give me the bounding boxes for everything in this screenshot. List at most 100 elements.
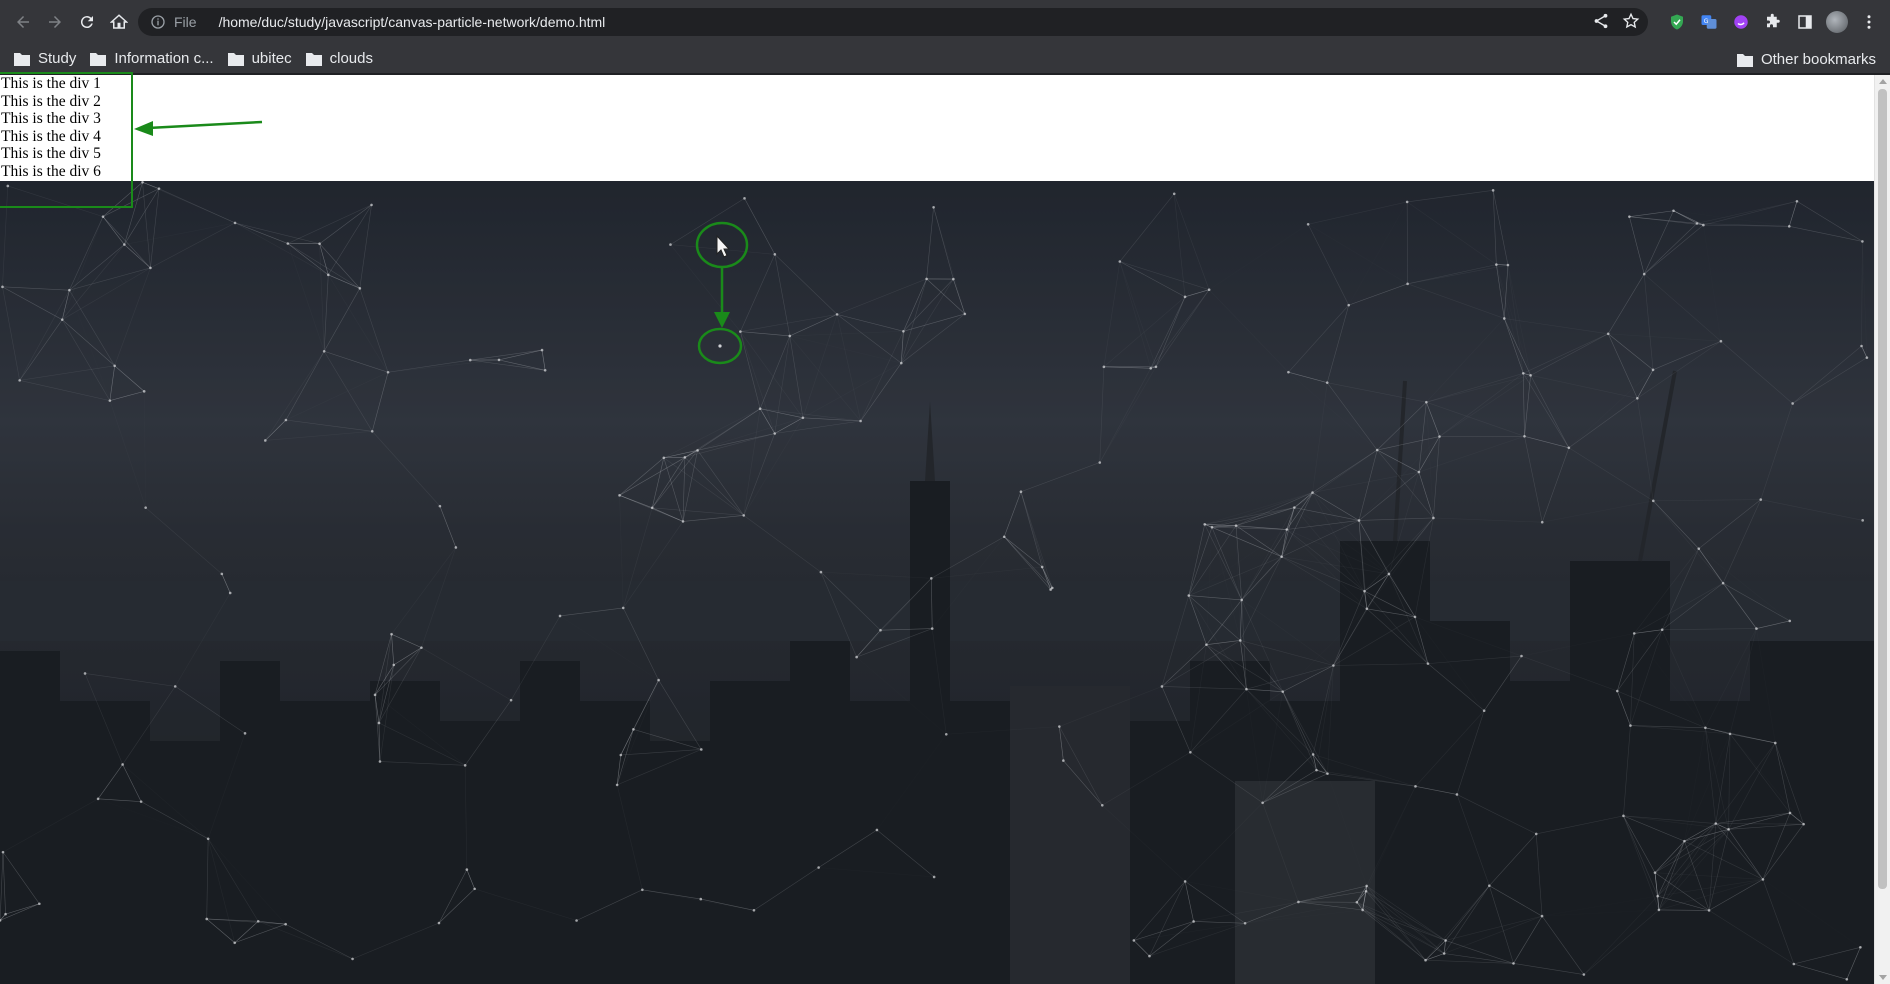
particle-dot [1727,828,1730,831]
particle-link [1356,901,1446,941]
particle-dot [1207,288,1211,292]
particle-dot [952,277,955,281]
particle-dot [1281,690,1285,693]
particle-link [1149,922,1246,957]
particle-dot [1606,332,1610,336]
particle-link [576,889,643,921]
particle-dot [618,494,621,497]
particle-link [1286,520,1360,530]
shield-icon[interactable] [1666,11,1688,33]
particle-link [1041,566,1053,589]
particle-dot [390,632,393,636]
scroll-up-arrow-icon[interactable] [1879,79,1887,84]
particle-link [1504,318,1531,376]
particle-dot [1795,199,1799,203]
particle-dot [1210,525,1214,529]
particle-link [19,319,63,381]
particle-link [1703,200,1798,226]
forward-arrow-icon[interactable] [40,7,70,37]
particle-dot [879,628,882,632]
scroll-down-arrow-icon[interactable] [1879,975,1887,980]
scroll-thumb[interactable] [1878,89,1887,889]
particle-link [464,700,512,766]
url-text[interactable]: /home/duc/study/javascript/canvas-partic… [219,14,606,30]
puzzle-icon[interactable] [1762,11,1784,33]
particle-link [1684,812,1791,842]
particle-link [438,869,468,924]
bookmark-folder-information[interactable]: Information c... [90,50,214,67]
info-icon[interactable] [150,14,166,30]
home-icon[interactable] [104,7,134,37]
particle-network-canvas[interactable] [0,181,1874,984]
particle-link [319,204,372,244]
bookmark-folder-study[interactable]: Study [14,50,76,67]
particle-link [359,288,389,373]
share-icon[interactable] [1592,12,1610,30]
particle-dot [543,368,547,372]
profile-avatar[interactable] [1826,11,1848,33]
other-bookmarks[interactable]: Other bookmarks [1736,51,1876,68]
particle-dot [173,685,177,688]
particle-link [1286,529,1390,575]
particle-link [1425,885,1490,961]
particle-dot [1540,914,1544,918]
particle-link [1728,733,1731,830]
particle-link [743,515,822,573]
particle-link [393,647,422,666]
particle-dot [1721,581,1725,585]
particle-dot [1364,889,1368,893]
particle-link [1312,382,1328,493]
particle-link [1637,340,1722,399]
sidebar-icon[interactable] [1794,11,1816,33]
particle-dot [392,663,396,667]
bookmark-folder-ubitec[interactable]: ubitec [227,50,292,67]
particle-link [378,722,466,766]
particle-link [836,314,861,422]
particle-link [663,457,744,516]
back-arrow-icon[interactable] [8,7,38,37]
particle-link [1241,529,1288,601]
particle-dot [1387,572,1391,576]
particle-link [19,380,110,401]
particle-link [1308,201,1408,225]
particle-dot [205,917,209,921]
star-icon[interactable] [1622,12,1640,30]
particle-dot [859,419,862,423]
menu-kebab-icon[interactable] [1858,11,1880,33]
particle-link [1099,366,1105,463]
particle-dot [1285,528,1289,531]
particle-link [1583,909,1660,975]
particle-link [1328,774,1367,886]
particle-dot [468,358,472,362]
particle-dot [1102,365,1106,369]
particle-link [740,331,761,409]
particle-dot [1149,366,1153,370]
particle-link [1536,815,1624,835]
particle-link [158,188,236,224]
particle-link [470,349,543,361]
particle-link [1542,501,1653,522]
extension-purple-icon[interactable] [1730,11,1752,33]
bookmark-label: Study [38,50,77,67]
particle-link [1415,617,1521,656]
particle-link [1861,345,1868,358]
particle-link [102,182,143,217]
address-bar[interactable]: File /home/duc/study/javascript/canvas-p… [138,8,1648,36]
particle-link [1513,915,1543,964]
translate-icon[interactable]: G [1698,11,1720,33]
bookmark-folder-clouds[interactable]: clouds [305,50,373,67]
particle-link [234,222,288,244]
particle-link [1654,829,1729,873]
particle-link [328,274,360,289]
reload-icon[interactable] [72,7,102,37]
particle-link [1364,573,1390,592]
particle-link [697,417,804,451]
page-scrollbar[interactable] [1874,75,1890,984]
particle-link [789,335,804,418]
particle-link [2,798,99,853]
particle-dot [1118,260,1122,263]
particle-dot [739,330,742,333]
particle-link [122,764,142,802]
particle-link [372,431,441,507]
particle-dot [758,407,762,411]
